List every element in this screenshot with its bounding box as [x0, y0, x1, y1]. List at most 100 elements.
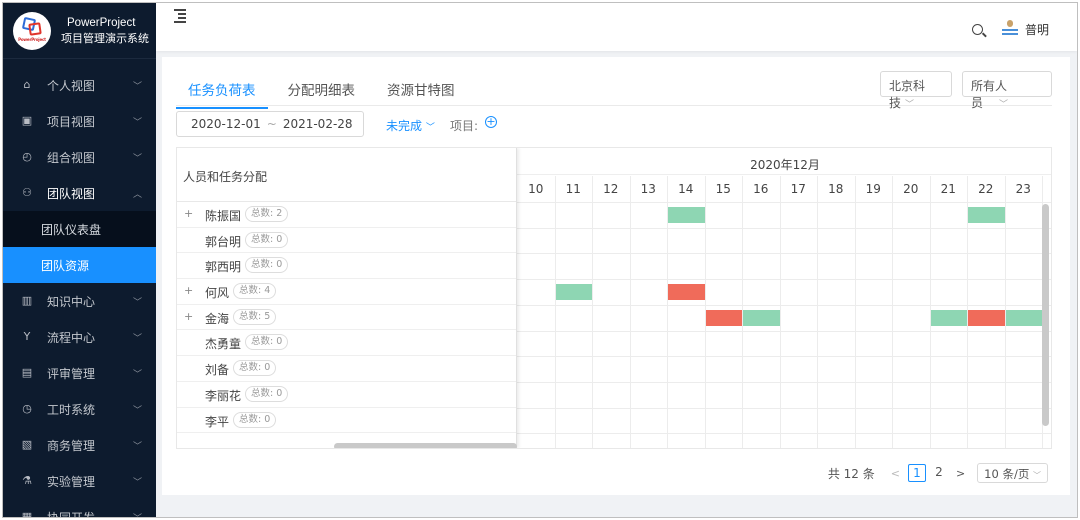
company-select[interactable]: 北京科技 ﹀ — [880, 71, 952, 110]
gantt-task-bar[interactable] — [968, 207, 1005, 223]
gantt-day-label: 10 — [528, 182, 544, 196]
chevron-down-icon: ﹀ — [132, 406, 142, 416]
gantt-resource-row[interactable]: 郭西明 总数: 0 — [177, 253, 516, 280]
chevron-down-icon: ﹀ — [132, 370, 142, 380]
sidebar-item-label: 个人视图 — [47, 78, 96, 93]
sidebar-item[interactable]: ⚗ 实验管理 ﹀ — [3, 463, 156, 499]
task-count-badge: 总数: 0 — [245, 257, 289, 274]
tab-divider — [176, 105, 1052, 106]
gantt-resource-row[interactable]: 郭台明 总数: 0 — [177, 228, 516, 254]
gantt-day-label: 23 — [1015, 182, 1031, 196]
gantt-day-label: 15 — [715, 182, 731, 196]
sidebar-item-label: 项目视图 — [47, 114, 96, 129]
search-icon[interactable] — [971, 23, 983, 35]
gantt-task-bar[interactable] — [968, 309, 1005, 326]
tab-task-load[interactable]: 任务负荷表 — [176, 73, 268, 109]
resource-name: 金海 — [205, 311, 230, 326]
gantt-day-label: 19 — [865, 182, 881, 196]
sidebar-item[interactable]: ◴ 组合视图 ﹀ — [3, 139, 156, 175]
chevron-down-icon: ﹀ — [133, 511, 142, 517]
task-count-badge: 总数: 0 — [233, 360, 277, 377]
avatar[interactable] — [1001, 20, 1019, 38]
gantt-task-bar[interactable] — [705, 309, 742, 326]
flow-icon: Y — [23, 330, 31, 343]
chevron-down-icon: ﹀ — [132, 478, 142, 488]
contract-icon: ▧ — [21, 438, 33, 451]
gantt-resource-row[interactable]: 李平 总数: 0 — [177, 408, 516, 434]
task-count-badge: 总数: 0 — [245, 231, 289, 248]
vertical-scrollbar[interactable] — [1042, 204, 1049, 426]
gantt-resource-row[interactable]: 李丽花 总数: 0 — [177, 382, 516, 408]
sidebar-subitem[interactable]: 团队仪表盘 — [3, 211, 156, 247]
prev-page-icon[interactable]: < — [891, 467, 900, 480]
resource-name: 郭台明 — [205, 234, 242, 249]
chevron-down-icon: ﹀ — [1033, 471, 1041, 480]
sidebar-item[interactable]: ▤ 评审管理 ﹀ — [3, 355, 156, 391]
expand-icon[interactable]: + — [184, 311, 193, 322]
view-tabs: 任务负荷表 分配明细表 资源甘特图 — [176, 73, 475, 109]
gantt-resource-row[interactable]: 刘备 总数: 0 — [177, 356, 516, 382]
resource-name: 郭西明 — [205, 260, 242, 275]
app-name: PowerProject — [67, 16, 136, 29]
app-logo: PowerProject — [13, 11, 51, 50]
sidebar-item[interactable]: ▧ 商务管理 ﹀ — [3, 427, 156, 463]
sidebar-item-label: 知识中心 — [47, 294, 96, 309]
app-subtitle: 项目管理演示系统 — [61, 31, 149, 45]
sidebar-item[interactable]: ▦ 协同开发 ﹀ — [3, 499, 156, 518]
page-size-select[interactable]: 10 条/页 ﹀ — [977, 463, 1048, 483]
page-1-button[interactable]: 1 — [907, 464, 926, 482]
sidebar-item-label: 组合视图 — [47, 150, 96, 165]
sidebar-item[interactable]: Y 流程中心 ﹀ — [3, 319, 156, 355]
horizontal-scrollbar[interactable] — [334, 443, 517, 448]
gantt-left-header: 人员和任务分配 — [177, 148, 516, 202]
date-start[interactable]: 2020-12-01 — [191, 117, 261, 131]
task-count-badge: 总数: 5 — [233, 308, 277, 325]
sidebar-item[interactable]: ▥ 知识中心 ﹀ — [3, 283, 156, 319]
gantt-task-bar[interactable] — [1005, 309, 1042, 326]
gantt-task-bar[interactable] — [668, 207, 705, 223]
expand-icon[interactable]: + — [184, 285, 193, 296]
status-filter[interactable]: 未完成 ﹀ — [386, 117, 435, 134]
gantt-resource-row[interactable]: + 金海 总数: 5 — [177, 305, 516, 331]
menu-fold-icon[interactable] — [174, 9, 190, 23]
sidebar-nav: ⌂ 个人视图 ﹀ ▣ 项目视图 ﹀ ◴ 组合视图 ﹀ ⚇ 团队视图 ︿ 团队仪表盘 团队资源 ▥ 知识中心 ﹀ Y… — [3, 67, 156, 517]
resource-name: 何风 — [205, 286, 230, 301]
gantt-day-label: 12 — [603, 182, 619, 196]
brand: PowerProject PowerProject 项目管理演示系统 — [3, 3, 156, 59]
sidebar-item-label: 商务管理 — [47, 438, 96, 453]
page-2-button[interactable]: 2 — [930, 464, 948, 482]
resource-name: 李丽花 — [205, 388, 242, 403]
add-project-icon[interactable]: + — [485, 116, 497, 128]
tab-allocation-detail[interactable]: 分配明细表 — [276, 73, 368, 109]
gantt-left-panel: 人员和任务分配 + 陈振国 总数: 2 郭台明 总数: 0 郭西明 总数: 0 + 何风 总数: … — [177, 148, 517, 448]
gantt-task-bar[interactable] — [743, 309, 780, 326]
pagination-total: 共 12 条 — [827, 466, 875, 481]
sidebar-item-label: 团队视图 — [47, 186, 96, 201]
chevron-up-icon: ︿ — [132, 190, 142, 200]
date-range-picker[interactable]: 2020-12-01 ~2021-02-28 — [176, 111, 364, 137]
people-select[interactable]: 所有人员 ﹀ — [962, 71, 1052, 110]
expand-icon[interactable]: + — [184, 208, 193, 219]
sidebar-item[interactable]: ◷ 工时系统 ﹀ — [3, 391, 156, 427]
gantt-resource-row[interactable]: + 何风 总数: 4 — [177, 279, 516, 305]
gantt-day-label: 13 — [640, 182, 656, 196]
sidebar-item[interactable]: ⌂ 个人视图 ﹀ — [3, 67, 156, 103]
gantt-chart: 2020年12月 10 11 12 13 14 15 16 17 18 19 20 21 22 23 2 人… — [176, 147, 1052, 449]
sidebar-item[interactable]: ▣ 项目视图 ﹀ — [3, 103, 156, 139]
sidebar-subitem[interactable]: 团队资源 — [3, 247, 156, 283]
sidebar-item[interactable]: ⚇ 团队视图 ︿ — [3, 175, 156, 211]
tab-resource-gantt[interactable]: 资源甘特图 — [375, 73, 467, 109]
user-name[interactable]: 普明 — [1025, 21, 1049, 38]
next-page-icon[interactable]: > — [956, 467, 965, 480]
task-count-badge: 总数: 0 — [245, 334, 289, 351]
gantt-resource-row[interactable]: + 陈振国 总数: 2 — [177, 202, 516, 228]
gantt-resource-row[interactable]: 杰勇童 总数: 0 — [177, 330, 516, 357]
task-count-badge: 总数: 4 — [233, 283, 277, 300]
gantt-task-bar[interactable] — [668, 284, 705, 301]
chevron-down-icon: ﹀ — [132, 298, 142, 308]
gantt-task-bar[interactable] — [555, 284, 592, 301]
gantt-day-label: 20 — [903, 182, 919, 196]
gantt-task-bar[interactable] — [930, 309, 967, 326]
gantt-day-label: 22 — [978, 182, 994, 196]
date-end[interactable]: 2021-02-28 — [283, 117, 353, 131]
